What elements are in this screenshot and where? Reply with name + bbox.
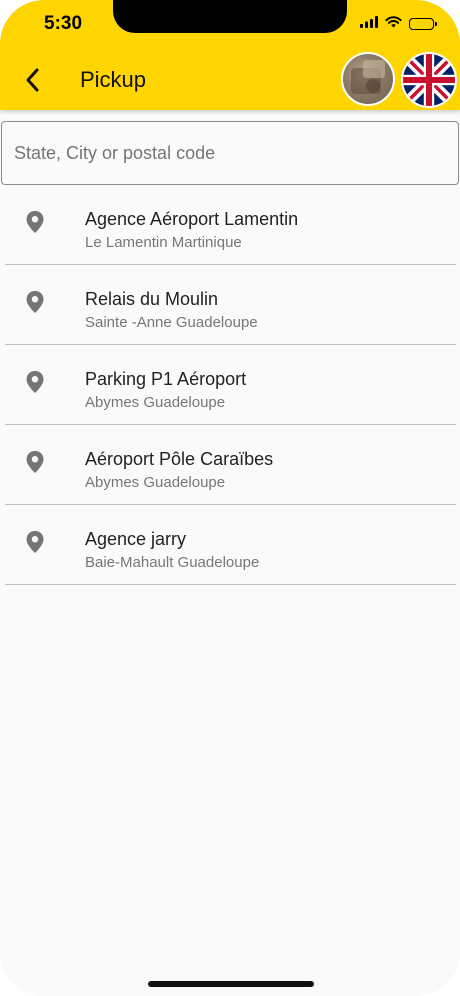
search-input[interactable] (2, 122, 458, 184)
list-item[interactable]: Parking P1 Aéroport Abymes Guadeloupe (5, 345, 456, 425)
chevron-left-icon (26, 68, 39, 92)
app-bar: 5:30 Pickup (0, 0, 460, 110)
status-time: 5:30 (44, 13, 83, 34)
location-address: Le Lamentin Martinique (85, 234, 242, 251)
location-pin-icon (26, 451, 44, 473)
avatar[interactable] (341, 52, 395, 106)
location-name: Aéroport Pôle Caraïbes (85, 449, 274, 469)
signal-icon (360, 15, 378, 33)
location-list: Agence Aéroport Lamentin Le Lamentin Mar… (5, 185, 456, 585)
wifi-icon (385, 15, 402, 33)
back-button[interactable] (20, 66, 46, 94)
location-pin-icon (26, 371, 44, 393)
location-name: Parking P1 Aéroport (85, 369, 247, 389)
home-indicator[interactable] (148, 981, 314, 987)
location-name: Agence Aéroport Lamentin (85, 209, 299, 229)
location-address: Abymes Guadeloupe (85, 394, 226, 411)
search-field[interactable] (1, 121, 459, 185)
battery-icon (409, 18, 437, 30)
location-pin-icon (26, 531, 44, 553)
location-pin-icon (26, 291, 44, 313)
location-name: Relais du Moulin (85, 289, 219, 309)
profile-photo (351, 60, 385, 94)
location-address: Baie-Mahault Guadeloupe (85, 554, 260, 571)
uk-flag-icon (403, 54, 455, 106)
list-item[interactable]: Relais du Moulin Sainte -Anne Guadeloupe (5, 265, 456, 345)
location-address: Abymes Guadeloupe (85, 474, 226, 491)
page-title: Pickup (80, 67, 147, 92)
location-pin-icon (26, 211, 44, 233)
status-icons (360, 15, 437, 33)
location-address: Sainte -Anne Guadeloupe (85, 314, 258, 331)
list-item[interactable]: Agence jarry Baie-Mahault Guadeloupe (5, 505, 456, 585)
device-notch (113, 0, 347, 33)
app-screen: 5:30 Pickup State, City or postal code A… (0, 0, 460, 996)
location-name: Agence jarry (85, 529, 187, 549)
list-item[interactable]: Aéroport Pôle Caraïbes Abymes Guadeloupe (5, 425, 456, 505)
language-selector[interactable] (401, 52, 457, 108)
list-item[interactable]: Agence Aéroport Lamentin Le Lamentin Mar… (5, 185, 456, 265)
